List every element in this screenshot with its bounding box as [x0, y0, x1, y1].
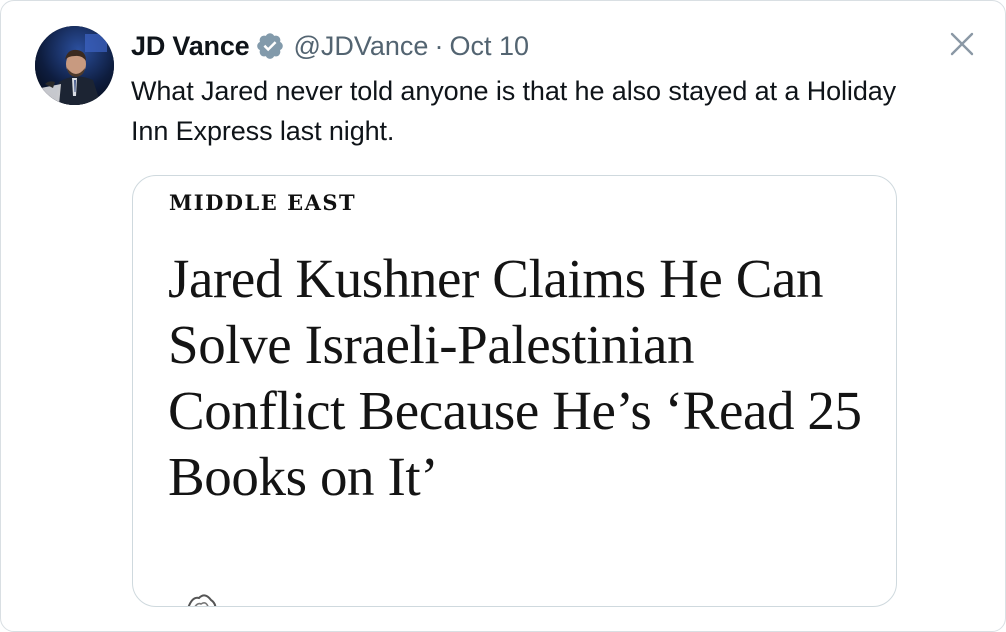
- close-button[interactable]: [947, 29, 977, 59]
- tweet-header: JD Vance @JDVance · Oct 10: [131, 27, 529, 65]
- author-handle[interactable]: @JDVance: [293, 31, 428, 62]
- verified-badge-icon: [255, 31, 285, 61]
- article-headline: Jared Kushner Claims He Can Solve Israel…: [168, 248, 862, 507]
- embedded-article-card[interactable]: MIDDLE EAST Jared Kushner Claims He Can …: [132, 175, 897, 607]
- avatar[interactable]: [35, 26, 114, 105]
- tweet-timestamp[interactable]: Oct 10: [449, 31, 529, 62]
- tweet-text: What Jared never told anyone is that he …: [131, 76, 897, 146]
- separator-dot: ·: [434, 30, 444, 61]
- cropped-logo-icon: [187, 594, 217, 606]
- close-icon: [950, 32, 974, 56]
- author-display-name[interactable]: JD Vance: [131, 31, 250, 62]
- person-portrait-avatar-icon: [35, 26, 114, 105]
- article-section-label: MIDDLE EAST: [169, 190, 357, 215]
- tweet-card: JD Vance @JDVance · Oct 10 What Jared ne…: [0, 0, 1006, 632]
